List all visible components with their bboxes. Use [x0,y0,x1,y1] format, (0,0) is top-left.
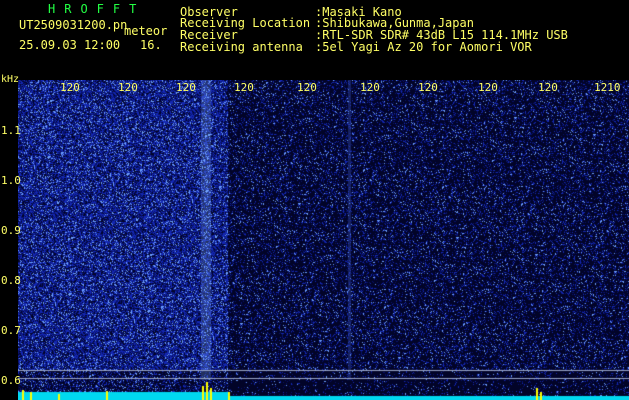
app-title: HROFFT [48,2,146,16]
x-tick: 120 [118,81,138,94]
spectrogram [18,80,629,400]
x-tick: 120 [478,81,498,94]
hrofft-window: HROFFT UT2509031200.pn meteor 25.09.03 1… [0,0,629,400]
x-tick: 120 [60,81,80,94]
y-tick: 0.8 [1,274,21,287]
antenna-label: Receiving antenna [180,40,303,54]
y-tick: 0.6 [1,374,21,387]
frame-number: 16. [140,38,162,52]
x-tick: 120 [360,81,380,94]
date-time: 25.09.03 12:00 [19,38,121,52]
x-tick: 120 [234,81,254,94]
file-name: UT2509031200.pn [19,18,128,32]
y-tick: 1.0 [1,174,21,187]
y-tick: 1.1 [1,124,21,137]
x-tick: 120 [538,81,558,94]
x-tick: 120 [176,81,196,94]
x-tick: 120 [297,81,317,94]
y-tick: 0.7 [1,324,21,337]
x-tick: 1210 [594,81,621,94]
y-tick: 0.9 [1,224,21,237]
meteor-label: meteor [124,24,168,38]
antenna-value: :5el Yagi Az 20 for Aomori VOR [315,40,532,54]
x-tick: 120 [418,81,438,94]
y-axis-unit: kHz [1,74,20,85]
